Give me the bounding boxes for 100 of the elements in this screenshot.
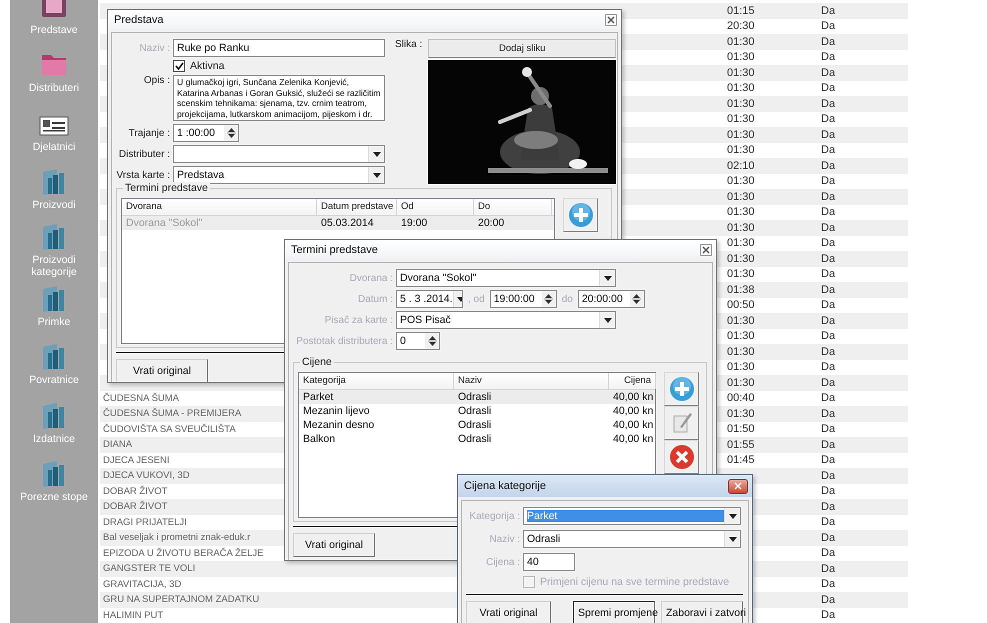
table-cell-text: 01:30 (726, 144, 755, 156)
table-cell-text: 01:30 (726, 314, 755, 327)
table-cell-text: Da (820, 113, 836, 126)
table-cell-text: Odrasli (457, 432, 492, 446)
table-cell-text: Da (820, 36, 836, 48)
close-button[interactable] (605, 14, 617, 26)
table-cell-text: Da (820, 330, 836, 342)
table-cell-text: Mezanin lijevo (302, 404, 371, 418)
field-label: do (562, 294, 573, 304)
table-cell-text: 40,00 kn (612, 418, 654, 432)
table-cell-text: 19:00 (400, 216, 428, 230)
table-cell-text: DOBAR ŽIVOT (102, 486, 168, 497)
table-cell-text: Da (820, 346, 836, 358)
table-cell-text: DOBAR ŽIVOT (102, 501, 168, 512)
table-cell-text: Da (820, 268, 836, 280)
field-label: Opis : (142, 75, 170, 86)
table-cell-text: Da (820, 454, 836, 466)
table-cell-text: 01:30 (726, 361, 755, 374)
dialog-button[interactable]: Spremi promjene (573, 601, 655, 623)
dialog-button[interactable]: Vrati original (466, 601, 551, 623)
table-cell-text: Balkon (302, 432, 336, 446)
add-button[interactable] (664, 372, 699, 406)
column-header[interactable]: Cijena (609, 373, 656, 389)
table-cell-text: Odrasli (457, 390, 492, 404)
table-cell-text: Da (820, 252, 836, 265)
delete-button[interactable] (664, 440, 699, 474)
table-row[interactable]: Parket Odrasli 40,00 kn (299, 390, 655, 404)
dropdown-field[interactable]: Predstava (173, 166, 385, 184)
table-row[interactable]: Dvorana "Sokol" 05.03.2014 19:00 20:00 (122, 216, 554, 230)
table-cell-text: 01:55 (726, 438, 755, 451)
dropdown-field[interactable] (173, 145, 385, 163)
column-header[interactable]: Datum predstave (317, 199, 397, 215)
table-cell-text: ČUDESNA ŠUMA (102, 392, 180, 404)
table-cell-text: Da (820, 516, 836, 528)
spin-button[interactable] (425, 333, 439, 349)
table-cell-text: 40,00 kn (612, 432, 654, 446)
table-cell-text: Da (820, 408, 836, 420)
column-header[interactable]: Od (397, 199, 474, 215)
table-cell-text: 01:30 (726, 408, 755, 420)
group-title: Cijene (300, 356, 334, 368)
table-cell-text: Da (820, 594, 836, 606)
column-header[interactable]: Kategorija (299, 373, 454, 389)
dropdown-button[interactable] (599, 270, 615, 286)
table-cell-text: 01:30 (726, 376, 755, 389)
table-cell-text: 20:30 (726, 20, 755, 32)
table-cell-text: Da (820, 376, 836, 389)
table-cell-text: 01:30 (726, 82, 755, 94)
plus-icon (668, 376, 694, 402)
table-cell-text: 01:30 (726, 237, 755, 250)
close-icon (607, 16, 615, 24)
add-button[interactable] (563, 198, 598, 232)
table-cell-text: Parket (302, 390, 334, 404)
field-label: Postotak distributera : (295, 336, 393, 346)
table-cell-text: DJECA JESENI (102, 454, 170, 466)
column-header[interactable]: Do (474, 199, 552, 215)
close-button[interactable] (728, 478, 748, 494)
window-title: Cijena kategorije (464, 480, 546, 492)
checkbox[interactable] (173, 60, 185, 72)
dialog-button[interactable]: Zaboravi i zatvori (661, 601, 743, 623)
edit-button[interactable] (664, 406, 699, 440)
add-image-button[interactable]: Dodaj sliku (428, 39, 616, 58)
table-cell-text: Da (820, 314, 836, 327)
spin-button[interactable] (630, 291, 644, 307)
table-cell-text: Da (820, 392, 836, 404)
field-label: Kategorija : (468, 510, 520, 522)
spin-button[interactable] (542, 291, 556, 307)
table-cell-text: DIANA (102, 439, 132, 450)
window-title: Predstava (114, 14, 164, 26)
spin-arrows-icon (428, 335, 436, 347)
table-cell-text: 01:30 (726, 252, 755, 265)
table-cell-text: 01:30 (726, 36, 755, 48)
delete-icon (668, 444, 694, 470)
table-cell-text: 05.03.2014 (320, 216, 375, 230)
table-cell-text: Da (820, 190, 836, 203)
dropdown-button[interactable] (368, 146, 384, 162)
spin-field[interactable]: 1 :00:00 (173, 124, 239, 142)
table-cell-text: GRU NA SUPERTAJNOM ZADATKU (102, 594, 260, 606)
table-cell-text: 00:40 (726, 392, 755, 404)
revert-button[interactable]: Vrati original (293, 533, 375, 557)
dropdown-button[interactable] (599, 312, 615, 328)
spin-arrows-icon (226, 127, 236, 139)
field-label: Cijena : (485, 556, 520, 568)
dropdown-button[interactable] (368, 167, 384, 183)
table-cell-text: Odrasli (457, 418, 492, 432)
revert-button[interactable]: Vrati original (116, 359, 208, 382)
column-header[interactable]: Dvorana (122, 199, 317, 215)
table-cell-text: DRAGI PRIJATELJI (102, 516, 187, 528)
field-label: Dvorana : (348, 272, 393, 284)
table-cell-text: Da (820, 547, 836, 560)
table-cell-text: Da (820, 284, 836, 296)
close-button[interactable] (700, 244, 712, 256)
table-cell-text: 01:30 (726, 268, 755, 280)
column-header[interactable]: Naziv (454, 373, 609, 389)
field-label: Naziv : (138, 42, 170, 54)
table-cell-text: Da (820, 609, 836, 622)
spin-button[interactable] (224, 125, 238, 141)
checkbox-label: Primjeni cijenu na sve termine predstave (540, 576, 730, 588)
field-label: Naziv : (488, 534, 520, 544)
description-field[interactable]: U glumačkoj igri, Sunčana Zelenika Konjević, Katarina Arbanas i Goran Guksić, služeći se različitim scenskim tehnikama: sjenama, tzv. crnim teatrom, projekcijama, lutkarskom animacijom, pijeskom i dr. (173, 75, 385, 121)
plus-icon (568, 202, 594, 228)
